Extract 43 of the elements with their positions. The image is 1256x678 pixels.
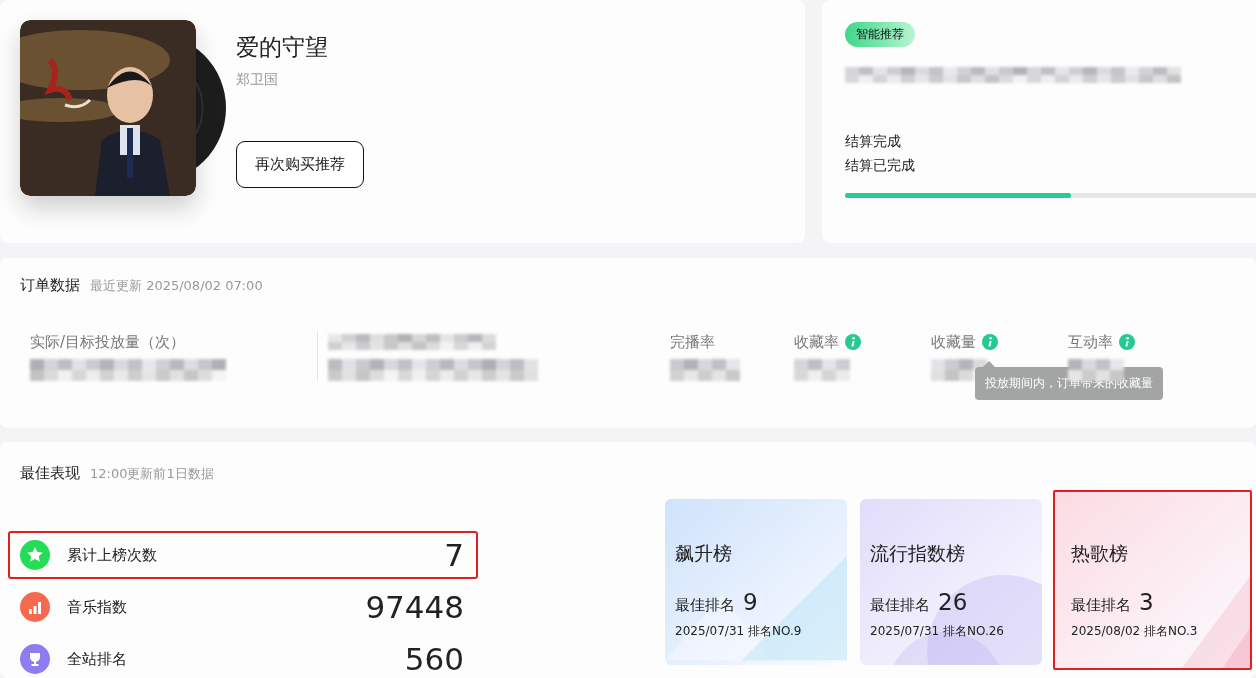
chart-card[interactable]: 飙升榜 最佳排名 9 2025/07/31 排名NO.9 <box>663 497 849 667</box>
blurred-value <box>670 359 742 381</box>
chart-name: 飙升榜 <box>675 541 732 566</box>
update-time: 最近更新 2025/08/02 07:00 <box>90 277 263 295</box>
song-title: 爱的守望 <box>236 33 329 62</box>
metric-label: 收藏率 <box>794 332 839 352</box>
rank-label: 最佳排名 <box>1071 596 1131 615</box>
rank-value: 3 <box>1139 589 1154 615</box>
metric-label: 完播率 <box>670 332 715 352</box>
chart-card[interactable]: 流行指数榜 最佳排名 26 2025/07/31 排名NO.26 <box>858 497 1044 667</box>
status-text: 结算完成 <box>845 132 902 151</box>
stat-label: 累计上榜次数 <box>67 545 158 565</box>
rank-value: 26 <box>938 589 968 615</box>
info-icon[interactable] <box>1119 334 1135 350</box>
rank-date: 2025/08/02 排名NO.3 <box>1071 623 1198 640</box>
rank-label: 最佳排名 <box>870 596 930 615</box>
trophy-icon <box>20 644 50 674</box>
info-icon[interactable] <box>845 334 861 350</box>
stat-label: 全站排名 <box>67 649 128 669</box>
rank-value: 9 <box>743 589 758 615</box>
buy-again-button[interactable]: 再次购买推荐 <box>236 141 364 188</box>
bar-chart-icon <box>20 592 50 622</box>
metric-label: 实际/目标投放量（次） <box>30 332 186 352</box>
recommend-badge: 智能推荐 <box>845 22 915 47</box>
stat-label: 音乐指数 <box>67 597 128 617</box>
rank-label: 最佳排名 <box>675 596 735 615</box>
info-icon[interactable] <box>982 334 998 350</box>
chart-name: 流行指数榜 <box>870 541 965 566</box>
rank-date: 2025/07/31 排名NO.26 <box>870 623 1004 640</box>
section-title: 最佳表现 <box>20 464 80 483</box>
blurred-value <box>794 359 850 381</box>
metric-label: 收藏量 <box>931 332 976 352</box>
stat-value: 7 <box>444 537 464 573</box>
metric-label: 互动率 <box>1068 332 1113 352</box>
update-note: 12:00更新前1日数据 <box>90 465 214 483</box>
chart-card[interactable]: 热歌榜 最佳排名 3 2025/08/02 排名NO.3 <box>1053 490 1252 670</box>
chart-name: 热歌榜 <box>1071 541 1128 566</box>
rank-date: 2025/07/31 排名NO.9 <box>675 623 802 640</box>
artist-name: 郑卫国 <box>236 71 279 89</box>
stat-value: 560 <box>404 641 464 677</box>
section-title: 订单数据 <box>20 276 80 295</box>
status-detail: 结算已完成 <box>845 156 916 175</box>
stat-value: 97448 <box>365 589 464 625</box>
